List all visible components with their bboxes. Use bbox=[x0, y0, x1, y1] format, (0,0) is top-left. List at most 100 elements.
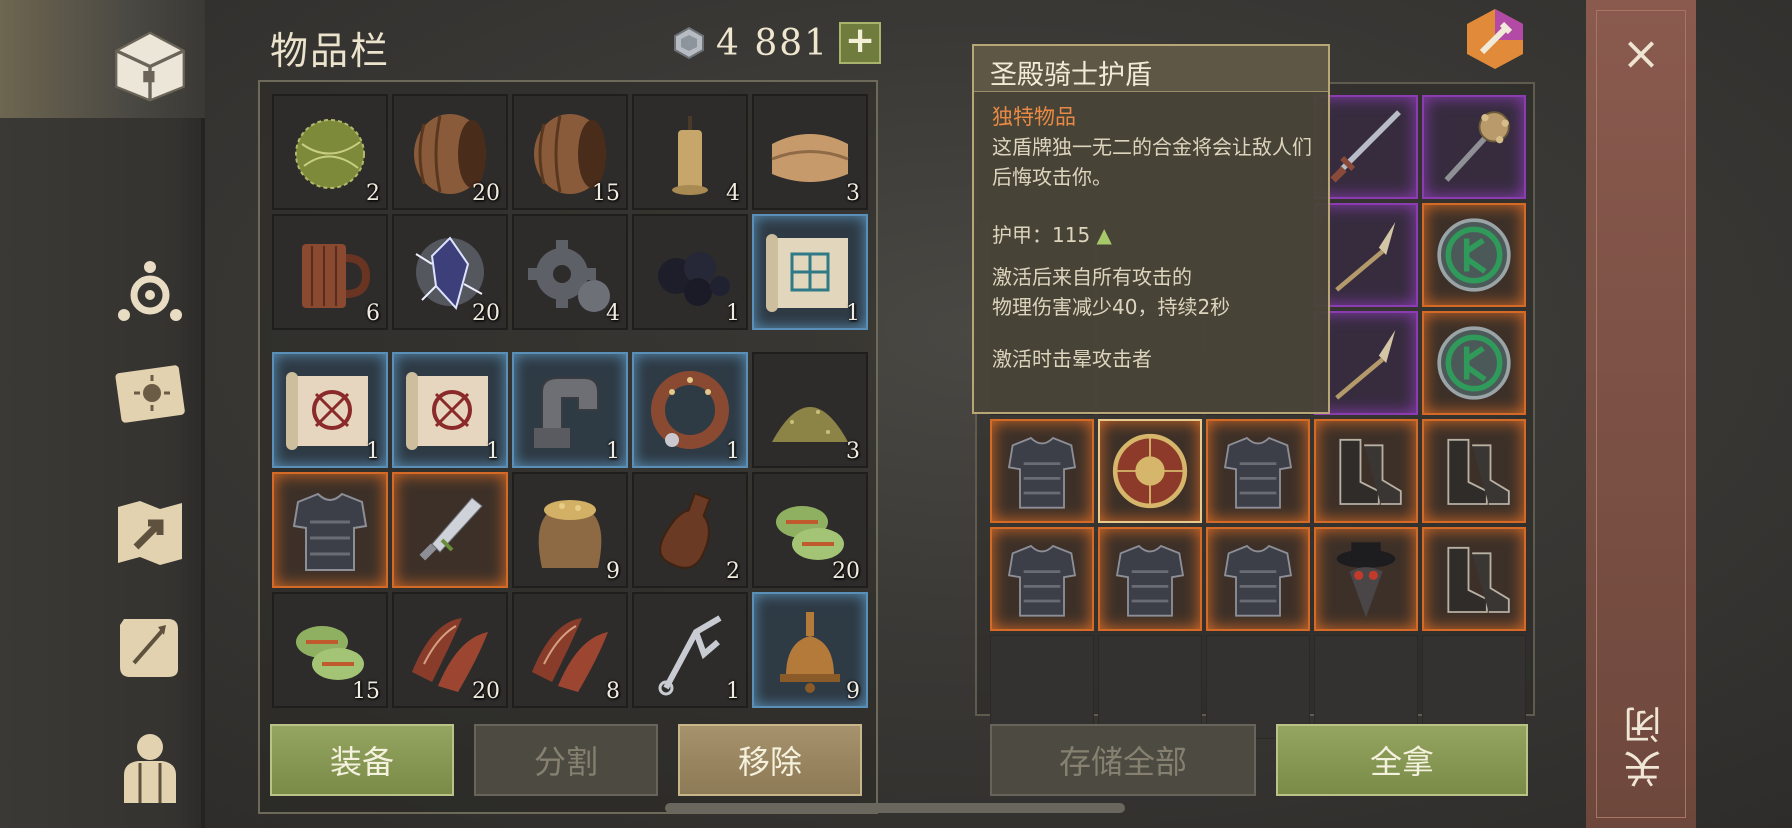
journal-sun-icon[interactable] bbox=[105, 348, 195, 438]
equip-button[interactable]: 装备 bbox=[270, 724, 454, 796]
map-icon[interactable] bbox=[105, 488, 195, 578]
remove-button[interactable]: 移除 bbox=[678, 724, 862, 796]
meat-strips-icon bbox=[532, 618, 608, 692]
inventory-slot[interactable]: 20 bbox=[392, 214, 508, 330]
templar-shield-icon bbox=[1112, 433, 1188, 509]
item-count: 3 bbox=[846, 181, 860, 206]
bottle-icon bbox=[659, 492, 712, 569]
chain-armor-icon bbox=[1115, 544, 1185, 617]
stash-slot[interactable] bbox=[990, 527, 1094, 631]
stash-slot[interactable] bbox=[1422, 95, 1526, 199]
stat-up-arrow-icon: ▲ bbox=[1096, 223, 1112, 247]
inventory-grid-top: 2 20 15 4 3 6 20 4 1 1 bbox=[272, 94, 868, 330]
boots-icon bbox=[1447, 546, 1510, 613]
mug-icon bbox=[302, 244, 371, 308]
chain-armor-icon bbox=[1223, 436, 1293, 509]
quest-scroll-icon[interactable] bbox=[105, 602, 195, 692]
take-all-button[interactable]: 全拿 bbox=[1276, 724, 1528, 796]
stash-slot[interactable] bbox=[1098, 527, 1202, 631]
item-count: 4 bbox=[726, 181, 740, 206]
inventory-slot[interactable]: 1 bbox=[272, 352, 388, 468]
inventory-slot[interactable]: 20 bbox=[392, 94, 508, 210]
inventory-slot[interactable] bbox=[272, 472, 388, 588]
inventory-slot[interactable]: 1 bbox=[632, 592, 748, 708]
item-count: 6 bbox=[366, 301, 380, 326]
item-count: 9 bbox=[606, 559, 620, 584]
stash-slot[interactable] bbox=[1422, 203, 1526, 307]
recipe-scroll-icon bbox=[406, 372, 488, 450]
stash-slot[interactable] bbox=[1206, 527, 1310, 631]
inventory-slot[interactable]: 2 bbox=[272, 94, 388, 210]
inventory-slot[interactable]: 15 bbox=[512, 94, 628, 210]
inventory-slot[interactable]: 9 bbox=[752, 592, 868, 708]
stash-slot[interactable] bbox=[1314, 527, 1418, 631]
inventory-grid-bottom: 1 1 1 1 3 9 2 20 15 20 8 1 9 bbox=[272, 352, 868, 708]
item-count: 20 bbox=[472, 679, 500, 704]
currency-display: 4 881 + bbox=[672, 22, 882, 64]
stash-slot[interactable] bbox=[990, 419, 1094, 523]
inventory-slot[interactable]: 4 bbox=[512, 214, 628, 330]
iron-bracket-icon bbox=[534, 377, 599, 448]
chain-armor-icon bbox=[1007, 544, 1077, 617]
inventory-slot[interactable]: 1 bbox=[392, 352, 508, 468]
split-button[interactable]: 分割 bbox=[474, 724, 658, 796]
inventory-slot[interactable]: 4 bbox=[632, 94, 748, 210]
skills-icon[interactable] bbox=[105, 248, 195, 338]
close-label[interactable]: 关闭 bbox=[1618, 700, 1673, 788]
store-all-button[interactable]: 存储全部 bbox=[990, 724, 1256, 796]
inventory-slot[interactable]: 20 bbox=[392, 592, 508, 708]
leather-collar-icon bbox=[651, 371, 729, 449]
inventory-slot[interactable]: 9 bbox=[512, 472, 628, 588]
inventory-slot[interactable]: 1 bbox=[632, 214, 748, 330]
item-count: 2 bbox=[726, 559, 740, 584]
inventory-slot[interactable] bbox=[392, 472, 508, 588]
tongs-icon bbox=[658, 615, 722, 696]
rune-shield-icon bbox=[1437, 218, 1511, 292]
item-count: 2 bbox=[366, 181, 380, 206]
chest-icon[interactable] bbox=[100, 12, 200, 112]
boots-icon bbox=[1339, 438, 1402, 505]
stash-slot[interactable] bbox=[1422, 527, 1526, 631]
inventory-slot[interactable]: 1 bbox=[752, 214, 868, 330]
recipe-scroll-icon bbox=[286, 372, 368, 450]
stash-slot[interactable] bbox=[1314, 419, 1418, 523]
gear-icon bbox=[528, 240, 610, 312]
item-tooltip: 圣殿骑士护盾 独特物品 这盾牌独一无二的合金将会让敌人们后悔攻击你。 护甲：11… bbox=[972, 44, 1330, 414]
inventory-slot[interactable]: 2 bbox=[632, 472, 748, 588]
boots-icon bbox=[1447, 438, 1510, 505]
stash-slot[interactable] bbox=[1206, 419, 1310, 523]
stash-slot[interactable] bbox=[1098, 419, 1202, 523]
coal-icon bbox=[658, 252, 730, 306]
inventory-slot[interactable]: 20 bbox=[752, 472, 868, 588]
candle-icon bbox=[672, 116, 708, 195]
stash-slot[interactable] bbox=[1422, 311, 1526, 415]
mace-icon bbox=[1444, 111, 1510, 182]
craft-tools-icon[interactable] bbox=[1462, 6, 1528, 72]
tooltip-effect-3: 激活时击晕攻击者 bbox=[992, 347, 1152, 371]
inventory-slot[interactable]: 3 bbox=[752, 352, 868, 468]
item-count: 1 bbox=[486, 439, 500, 464]
inventory-slot[interactable]: 1 bbox=[632, 352, 748, 468]
dagger-icon bbox=[419, 497, 483, 561]
item-count: 1 bbox=[846, 301, 860, 326]
longsword-icon bbox=[1330, 110, 1401, 183]
close-x-icon[interactable]: × bbox=[1618, 30, 1664, 76]
inventory-slot[interactable]: 15 bbox=[272, 592, 388, 708]
blueprint-scroll-icon bbox=[766, 234, 848, 312]
chain-armor-icon bbox=[1223, 544, 1293, 617]
character-icon[interactable] bbox=[105, 722, 195, 812]
chain-armor-icon bbox=[1007, 436, 1077, 509]
item-count: 1 bbox=[726, 301, 740, 326]
horizontal-scrollbar[interactable] bbox=[665, 803, 1125, 813]
tooltip-title: 圣殿骑士护盾 bbox=[974, 46, 1328, 92]
item-count: 15 bbox=[592, 181, 620, 206]
spear-icon bbox=[1335, 330, 1396, 400]
add-currency-button[interactable]: + bbox=[839, 22, 882, 64]
inventory-slot[interactable]: 8 bbox=[512, 592, 628, 708]
inventory-slot[interactable]: 3 bbox=[752, 94, 868, 210]
item-count: 4 bbox=[606, 301, 620, 326]
stash-slot[interactable] bbox=[1422, 419, 1526, 523]
item-count: 8 bbox=[606, 679, 620, 704]
inventory-slot[interactable]: 1 bbox=[512, 352, 628, 468]
inventory-slot[interactable]: 6 bbox=[272, 214, 388, 330]
